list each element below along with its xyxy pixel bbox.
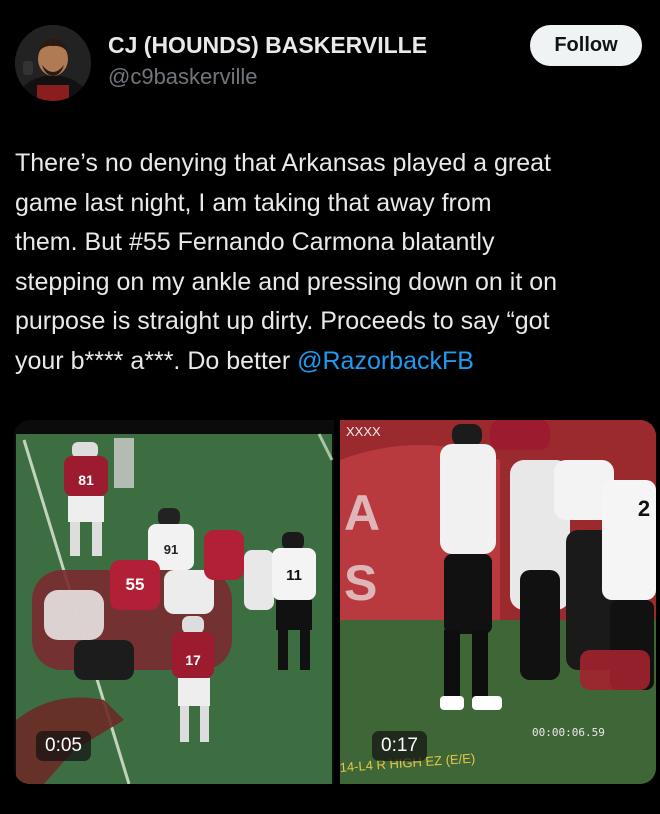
video-timecode: 00:00:06.59 <box>532 726 605 739</box>
tweet-line: them. But #55 Fernando Carmona blatantly <box>15 228 495 256</box>
video-thumbnail-endzone: A S XXXX 2 00:00:06.59 14-L4 R HIGH EZ (… <box>340 420 656 784</box>
author-handle[interactable]: @c9baskerville <box>108 64 258 90</box>
jersey-number: 81 <box>78 472 94 488</box>
svg-text:S: S <box>344 555 377 611</box>
video-duration-badge: 0:17 <box>372 731 427 761</box>
video-clip-1[interactable]: 81 91 55 11 17 0:05 <box>14 420 334 784</box>
video-duration-badge: 0:05 <box>36 731 91 761</box>
video-clip-2[interactable]: A S XXXX 2 00:00:06.59 14-L4 R HIGH EZ (… <box>340 420 656 784</box>
jersey-number: 55 <box>126 575 145 594</box>
author-avatar[interactable] <box>15 25 91 101</box>
tweet-line: purpose is straight up dirty. Proceeds t… <box>15 307 550 335</box>
jersey-number: 11 <box>286 567 302 584</box>
media-grid: 81 91 55 11 17 0:05 A S XXXX 2 00:00:06.… <box>14 420 656 784</box>
video-thumbnail-field: 81 91 55 11 17 <box>14 420 334 784</box>
jersey-number: 2 <box>638 496 650 521</box>
tweet-line: game last night, I am taking that away f… <box>15 188 492 217</box>
endzone-top-text: XXXX <box>346 424 381 439</box>
author-name[interactable]: CJ (HOUNDS) BASKERVILLE <box>108 32 427 59</box>
tweet-line-text: your b**** a***. Do better <box>15 346 298 375</box>
tweet-line: stepping on my ankle and pressing down o… <box>15 267 558 296</box>
tweet-text: There’s no denying that Arkansas played … <box>15 144 651 381</box>
tweet-line-last: your b**** a***. Do better @RazorbackFB <box>15 342 651 382</box>
mention-link[interactable]: @RazorbackFB <box>297 347 474 375</box>
svg-text:A: A <box>344 485 380 541</box>
jersey-number: 17 <box>185 652 201 668</box>
follow-button[interactable]: Follow <box>530 25 642 66</box>
tweet-line: There’s no denying that Arkansas played … <box>15 149 551 177</box>
jersey-number: 91 <box>164 542 178 557</box>
